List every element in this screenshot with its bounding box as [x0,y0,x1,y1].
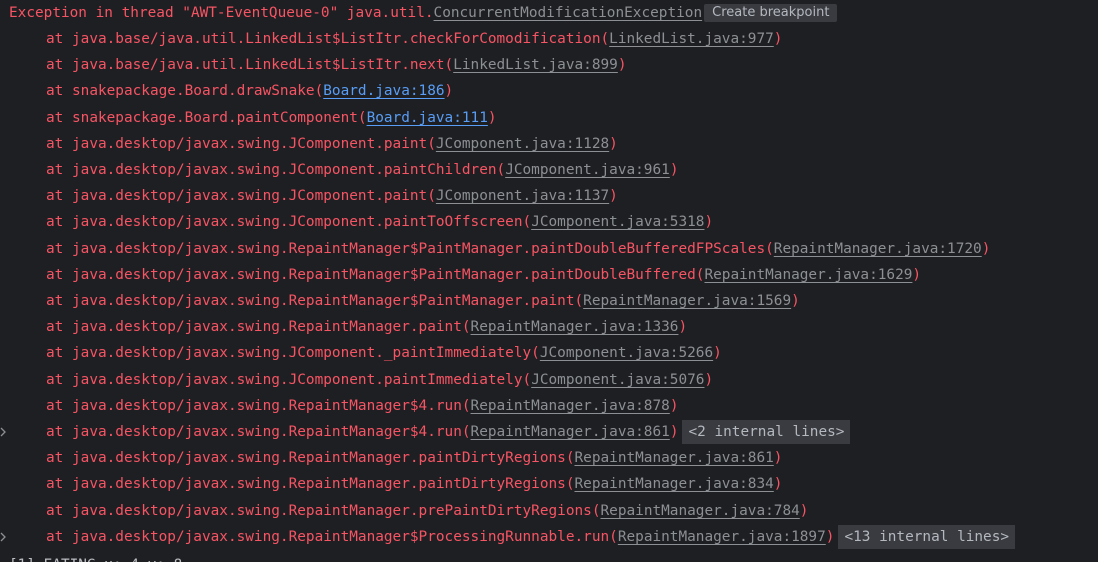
stack-frame-method: at java.desktop/javax.swing.RepaintManag… [46,398,471,414]
source-link-library[interactable]: LinkedList.java:899 [453,57,618,73]
stack-frame-line: at snakepackage.Board.drawSnake(Board.ja… [0,78,453,104]
source-link-library[interactable]: RepaintManager.java:861 [575,450,774,466]
source-link-library[interactable]: RepaintManager.java:1897 [618,529,826,545]
stack-frame-line: at java.desktop/javax.swing.RepaintManag… [0,288,800,314]
source-link-library[interactable]: RepaintManager.java:1336 [471,319,679,335]
exception-header-text: Exception in thread "AWT-EventQueue-0" j… [9,5,434,21]
internal-lines-fold-badge[interactable]: <2 internal lines> [682,420,851,444]
stack-frame-method: at java.desktop/javax.swing.JComponent.p… [46,188,436,204]
stack-frame-suffix: ) [704,372,714,388]
source-link-library[interactable]: RepaintManager.java:1569 [583,293,791,309]
stack-frame-method: at java.desktop/javax.swing.JComponent.p… [46,136,436,152]
source-link-library[interactable]: JComponent.java:1128 [436,136,609,152]
stack-frame-method: at java.desktop/javax.swing.RepaintManag… [46,529,618,545]
stack-frame-suffix: ) [669,398,679,414]
stack-frame-line: at java.desktop/javax.swing.JComponent.p… [0,131,618,157]
source-link-project[interactable]: Board.java:186 [323,83,444,99]
stack-frame-line: at java.desktop/javax.swing.RepaintManag… [0,471,782,497]
stack-frame-line: at java.desktop/javax.swing.RepaintManag… [0,445,782,471]
stack-frame-method: at java.desktop/javax.swing.RepaintManag… [46,293,584,309]
stack-frame-method: at java.desktop/javax.swing.RepaintManag… [46,424,471,440]
run-console-output: Exception in thread "AWT-EventQueue-0" j… [0,0,1098,562]
stack-frame-line: at java.desktop/javax.swing.JComponent.p… [0,183,618,209]
stack-frame-suffix: ) [791,293,800,309]
stack-frame-method: at java.desktop/javax.swing.JComponent.p… [46,214,532,230]
stack-frame-suffix: ) [799,503,809,519]
stack-frame-line: at java.desktop/javax.swing.JComponent._… [0,340,722,366]
stack-frame-line: at java.desktop/javax.swing.RepaintManag… [0,498,808,524]
source-link-library[interactable]: RepaintManager.java:784 [601,503,800,519]
stack-frame-line: at java.desktop/javax.swing.RepaintManag… [0,236,990,262]
stack-frame-suffix: ) [669,424,679,440]
stack-frame-method: at java.desktop/javax.swing.RepaintManag… [46,319,471,335]
source-link-library[interactable]: JComponent.java:961 [505,162,670,178]
stack-frame-method: at java.desktop/javax.swing.RepaintManag… [46,503,601,519]
stack-frame-line: at java.desktop/javax.swing.RepaintManag… [0,393,678,419]
stack-frame-method: at java.desktop/javax.swing.RepaintManag… [46,267,705,283]
source-link-project[interactable]: Board.java:111 [367,110,488,126]
stack-frame-line: at java.desktop/javax.swing.RepaintManag… [0,314,687,340]
source-link-library[interactable]: RepaintManager.java:834 [575,476,774,492]
stack-frame-method: at java.desktop/javax.swing.JComponent.p… [46,162,506,178]
stack-frame-line: at java.desktop/javax.swing.RepaintManag… [0,524,1016,550]
exception-header: Exception in thread "AWT-EventQueue-0" j… [0,0,838,26]
stack-frame-suffix: ) [669,162,679,178]
stack-frame-line: at java.desktop/javax.swing.RepaintManag… [0,262,921,288]
source-link-library[interactable]: JComponent.java:5318 [531,214,704,230]
stack-frame-line: at java.base/java.util.LinkedList$ListIt… [0,52,627,78]
source-link-library[interactable]: RepaintManager.java:1720 [774,241,982,257]
chevron-right-icon[interactable] [0,532,8,542]
stack-frame-suffix: ) [912,267,922,283]
source-link-library[interactable]: RepaintManager.java:878 [471,398,670,414]
stack-frame-suffix: ) [487,110,497,126]
stdout-line: [1] EATING x: 4 y: 8 [9,552,182,562]
stack-frame-method: at java.desktop/javax.swing.RepaintManag… [46,241,774,257]
source-link-library[interactable]: LinkedList.java:977 [609,31,774,47]
stack-frame-suffix: ) [678,319,688,335]
stack-frame-suffix: ) [444,83,454,99]
source-link-library[interactable]: JComponent.java:5076 [531,372,704,388]
stack-frame-method: at snakepackage.Board.paintComponent( [46,110,367,126]
stack-frame-line: at java.desktop/javax.swing.JComponent.p… [0,157,678,183]
stack-frame-suffix: ) [981,241,991,257]
stack-frame-suffix: ) [609,188,618,204]
stack-frame-method: at java.base/java.util.LinkedList$ListIt… [46,57,454,73]
stack-frame-method: at java.desktop/javax.swing.RepaintManag… [46,450,575,466]
exception-class-link[interactable]: ConcurrentModificationException [434,5,703,21]
stack-frame-suffix: ) [773,450,783,466]
chevron-right-icon[interactable] [0,427,8,437]
stack-frame-line: at java.desktop/javax.swing.JComponent.p… [0,367,713,393]
stack-frame-method: at snakepackage.Board.drawSnake( [46,83,324,99]
stack-frame-method: at java.desktop/javax.swing.RepaintManag… [46,476,575,492]
stack-frame-suffix: ) [713,345,722,361]
stack-frame-line: at java.desktop/javax.swing.RepaintManag… [0,419,851,445]
source-link-library[interactable]: JComponent.java:5266 [540,345,713,361]
stack-frame-suffix: ) [825,529,835,545]
source-link-library[interactable]: RepaintManager.java:861 [471,424,670,440]
create-breakpoint-button[interactable]: Create breakpoint [704,4,838,22]
source-link-library[interactable]: JComponent.java:1137 [436,188,609,204]
stack-frame-method: at java.desktop/javax.swing.JComponent.p… [46,372,532,388]
stack-frame-suffix: ) [773,31,783,47]
stack-frame-suffix: ) [704,214,714,230]
internal-lines-fold-badge[interactable]: <13 internal lines> [838,525,1016,549]
stack-frame-line: at java.desktop/javax.swing.JComponent.p… [0,209,713,235]
stack-frame-method: at java.base/java.util.LinkedList$ListIt… [46,31,610,47]
stack-frame-line: at snakepackage.Board.paintComponent(Boa… [0,105,497,131]
stack-frame-suffix: ) [617,57,627,73]
stack-frame-method: at java.desktop/javax.swing.JComponent._… [46,345,540,361]
stack-frame-suffix: ) [773,476,783,492]
source-link-library[interactable]: RepaintManager.java:1629 [704,267,912,283]
stack-frame-line: at java.base/java.util.LinkedList$ListIt… [0,26,782,52]
stack-frame-suffix: ) [609,136,618,152]
